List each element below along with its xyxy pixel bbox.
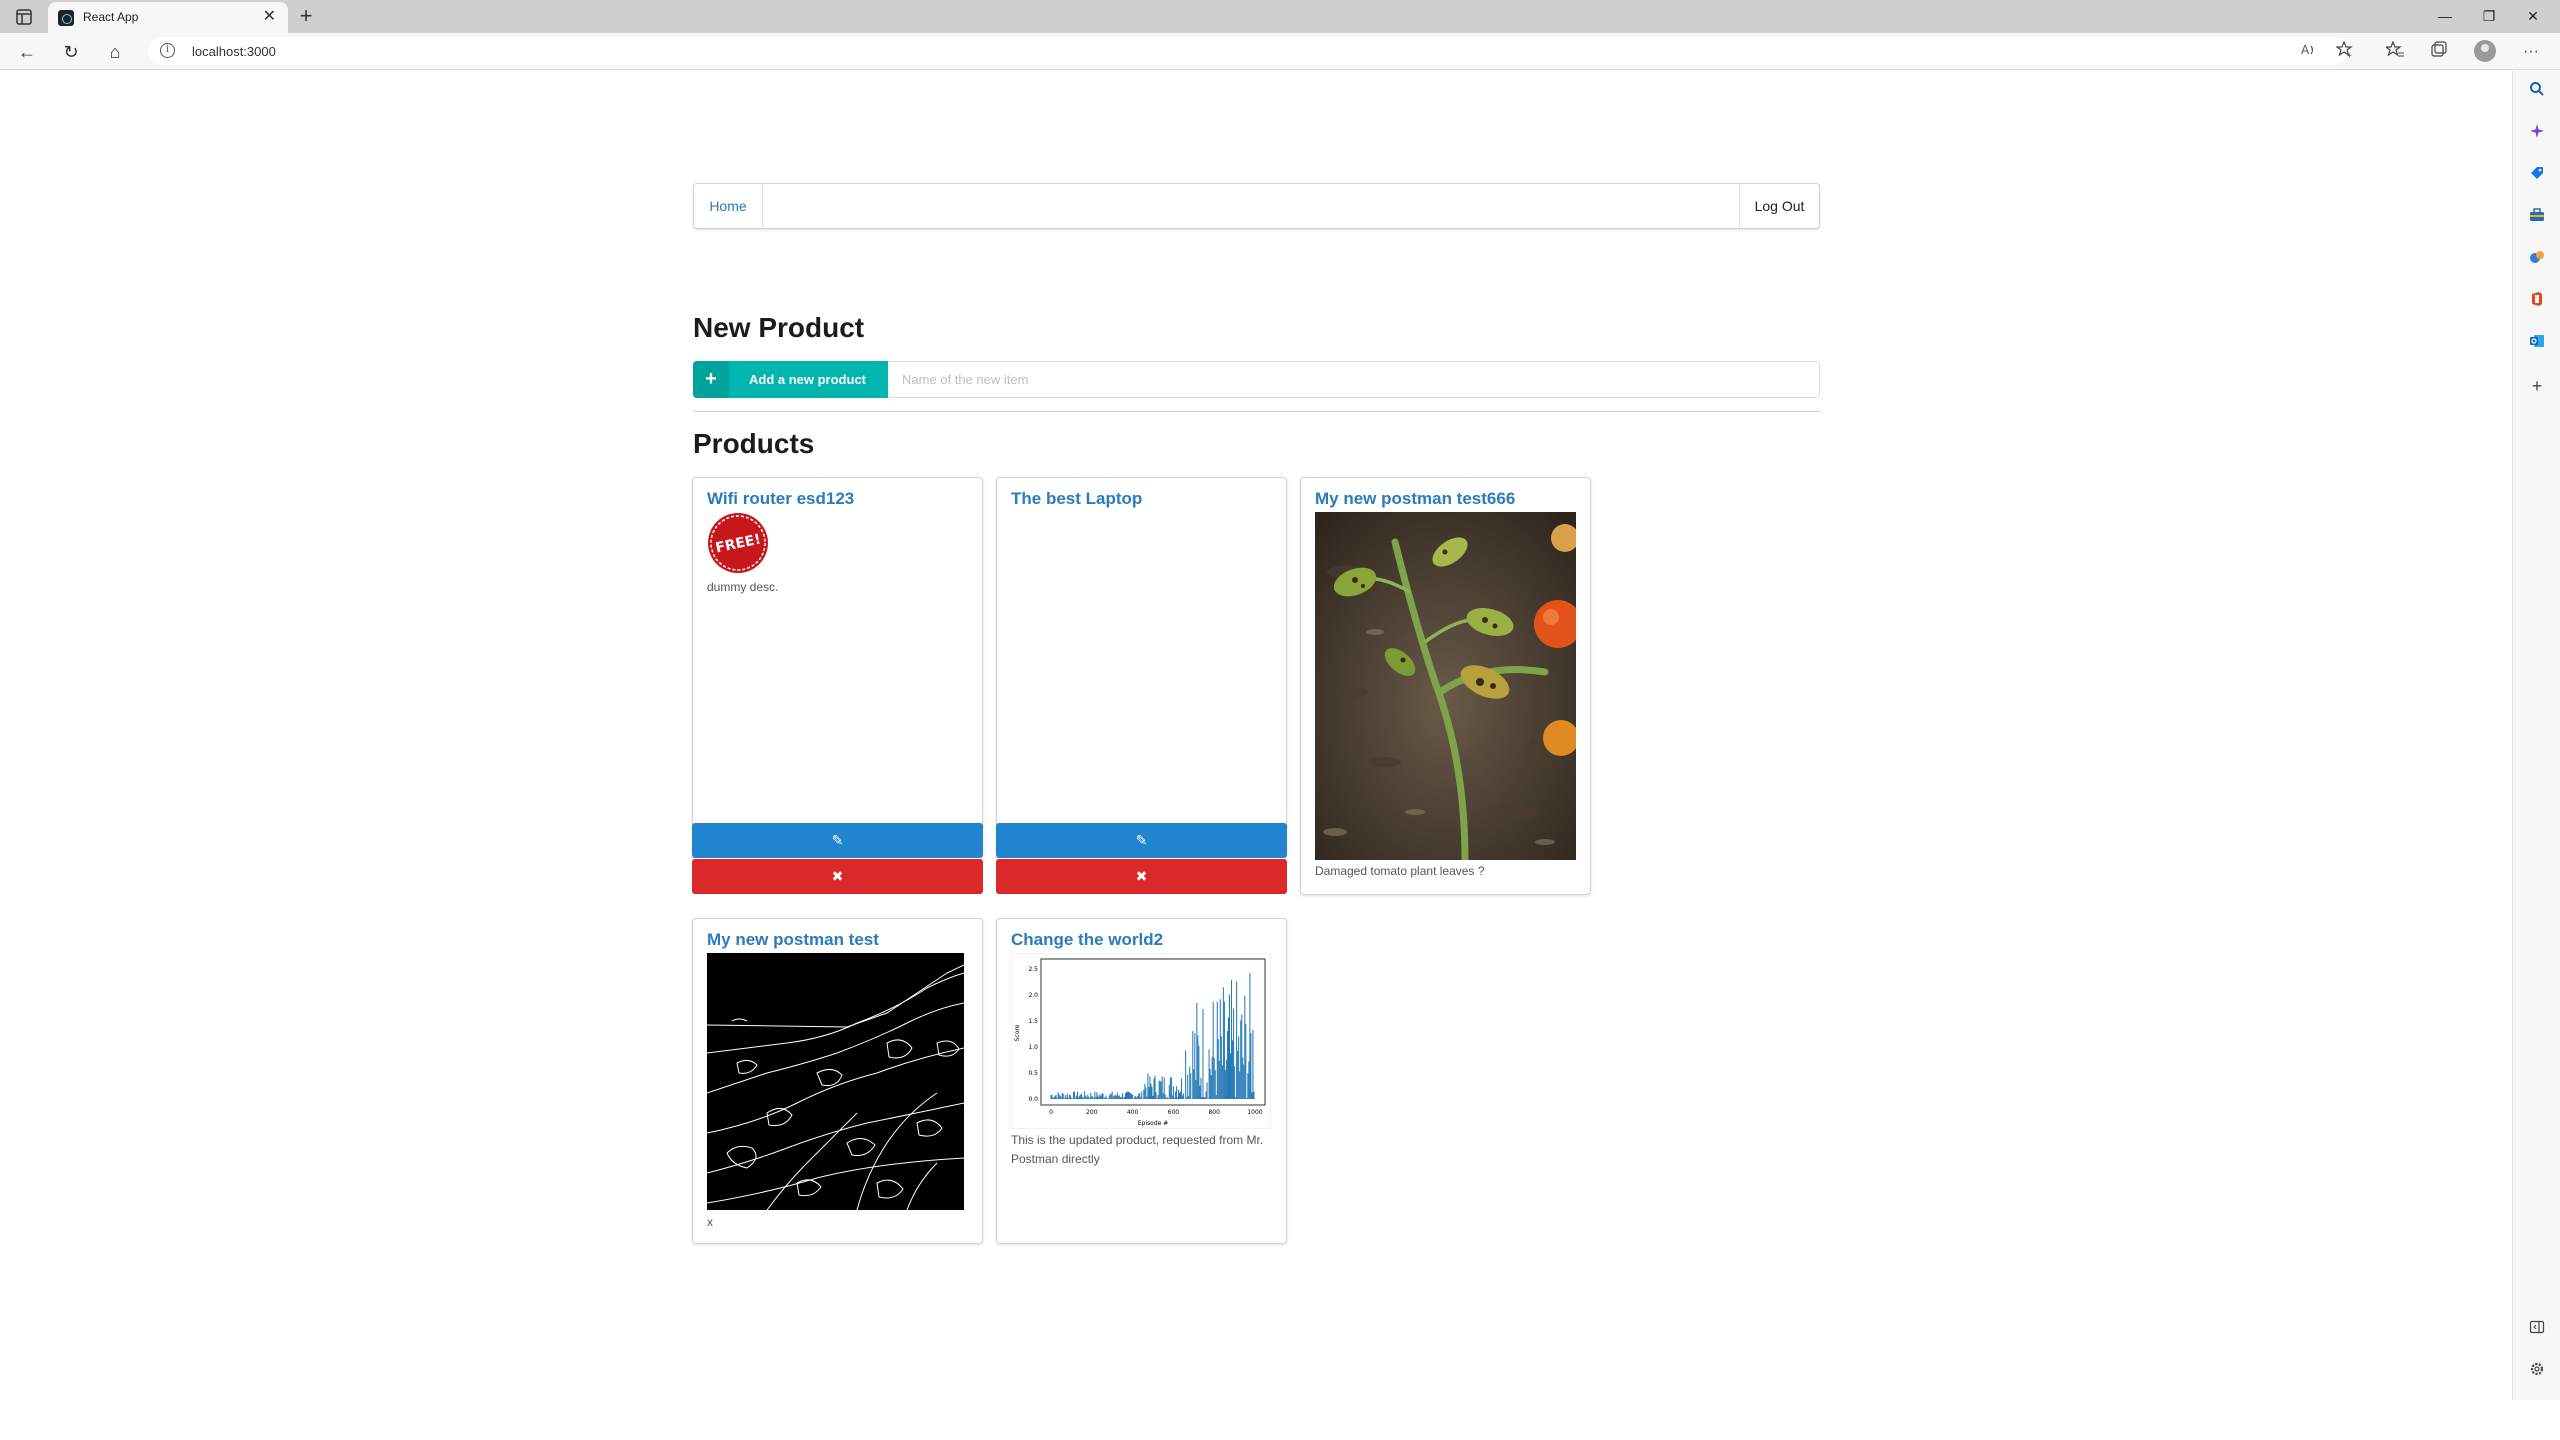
product-title[interactable]: Wifi router esd123 [707, 489, 854, 509]
browser-tab-active[interactable]: React App ✕ [48, 2, 288, 33]
home-button[interactable]: ⌂ [102, 39, 128, 65]
minimize-button[interactable]: — [2430, 5, 2460, 27]
settings-more-icon[interactable]: ··· [2520, 41, 2542, 63]
tools-briefcase-icon[interactable] [2526, 207, 2548, 229]
products-heading: Products [693, 428, 815, 459]
new-item-name-input[interactable] [888, 361, 1820, 398]
add-product-form: + Add a new product [693, 361, 1820, 398]
url-text[interactable]: localhost:3000 [192, 44, 276, 59]
nav-home-link[interactable]: Home [694, 184, 763, 228]
edge-sidebar: + [2512, 71, 2560, 1400]
product-card: The best Laptop ✎ ✖ [996, 477, 1287, 894]
pencil-icon: ✎ [831, 832, 844, 848]
pencil-icon: ✎ [1135, 832, 1148, 848]
add-product-button[interactable]: + Add a new product [693, 361, 888, 398]
edit-product-button[interactable]: ✎ [692, 823, 983, 858]
delete-product-button[interactable]: ✖ [692, 859, 983, 894]
product-title[interactable]: Change the world2 [1011, 930, 1163, 950]
site-info-icon[interactable]: i [160, 43, 175, 58]
product-card: My new postman test x [692, 918, 983, 1244]
product-card: Change the world2 0.0 0.5 1.0 1.5 2.0 2.5 0 20… [996, 918, 1287, 1244]
browser-tabstrip: React App ✕ + — ❐ ✕ [0, 0, 2560, 33]
chart-xtick-label: 0 [1049, 1109, 1053, 1116]
product-title[interactable]: My new postman test [707, 930, 879, 950]
tab-actions-icon[interactable] [14, 7, 34, 27]
chart-xlabel: Episode # [1138, 1120, 1169, 1127]
react-favicon-icon [58, 10, 74, 26]
add-product-button-label: Add a new product [749, 372, 866, 387]
favorites-icon[interactable] [2384, 40, 2406, 63]
tab-close-icon[interactable]: ✕ [263, 7, 276, 27]
tomato-plant-photo [1315, 512, 1582, 865]
add-sidebar-app-icon[interactable]: + [2526, 375, 2548, 397]
product-description: This is the updated product, requested f… [1011, 1133, 1264, 1166]
chart-xtick-label: 600 [1168, 1109, 1180, 1116]
edit-product-button[interactable]: ✎ [996, 823, 1287, 858]
games-icon[interactable] [2526, 249, 2548, 271]
chart-xtick-label: 1000 [1247, 1109, 1262, 1116]
profile-avatar[interactable] [2474, 40, 2496, 62]
delete-x-icon: ✖ [1135, 868, 1148, 884]
page-content: Home Log Out New Product + Add a new pro… [0, 71, 2512, 1400]
top-menu: Home Log Out [693, 183, 1820, 229]
product-title[interactable]: My new postman test666 [1315, 489, 1515, 509]
outlook-icon[interactable] [2526, 333, 2548, 355]
chart-ytick-label: 2.0 [1028, 992, 1038, 999]
section-divider [693, 411, 1820, 413]
svg-text:+: + [2347, 51, 2352, 59]
reload-button[interactable]: ↻ [58, 39, 84, 65]
back-button[interactable]: ← [14, 39, 40, 65]
chart-ytick-label: 1.5 [1028, 1018, 1038, 1025]
browser-toolbar: ← ↻ ⌂ i localhost:3000 A + ··· [0, 33, 2560, 70]
delete-x-icon: ✖ [831, 868, 844, 884]
delete-product-button[interactable]: ✖ [996, 859, 1287, 894]
svg-text:A: A [2301, 43, 2310, 57]
chart-xtick-label: 200 [1086, 1109, 1098, 1116]
close-window-button[interactable]: ✕ [2518, 5, 2548, 27]
new-tab-button[interactable]: + [292, 3, 320, 31]
plus-icon: + [693, 361, 729, 398]
score-chart-image: 0.0 0.5 1.0 1.5 2.0 2.5 0 200 400 600 800 1000 Sco… [1010, 952, 1272, 1134]
restore-button[interactable]: ❐ [2474, 5, 2504, 27]
product-title[interactable]: The best Laptop [1011, 489, 1142, 509]
shopping-tag-icon[interactable] [2526, 165, 2548, 187]
chart-ytick-label: 0.0 [1028, 1096, 1038, 1103]
new-product-heading: New Product [693, 312, 865, 343]
edge-detection-image [706, 953, 965, 1215]
search-icon[interactable] [2526, 81, 2548, 103]
hide-sidebar-icon[interactable] [2526, 1319, 2548, 1341]
chart-xtick-label: 400 [1127, 1109, 1139, 1116]
address-bar[interactable]: i localhost:3000 [148, 37, 2348, 65]
tab-title: React App [83, 10, 139, 24]
office-icon[interactable] [2526, 291, 2548, 313]
collections-icon[interactable] [2428, 41, 2450, 63]
product-card: Wifi router esd123 FREE! dummy desc. ✎ ✖ [692, 477, 983, 894]
chart-ytick-label: 0.5 [1028, 1070, 1038, 1077]
product-card: My new postman test666 Damaged tomato pl… [1300, 477, 1591, 895]
chart-ytick-label: 1.0 [1028, 1044, 1038, 1051]
logout-button[interactable]: Log Out [1739, 184, 1819, 228]
product-description: dummy desc. [707, 580, 779, 594]
free-badge-image: FREE! [707, 512, 769, 574]
copilot-sparkle-icon[interactable] [2526, 123, 2548, 145]
add-favorite-icon[interactable]: + [2334, 40, 2356, 63]
product-description: x [707, 1215, 713, 1229]
read-aloud-icon[interactable]: A [2298, 41, 2320, 63]
product-description: Damaged tomato plant leaves ? [1315, 864, 1485, 878]
sidebar-settings-gear-icon[interactable] [2526, 1361, 2548, 1383]
chart-ytick-label: 2.5 [1028, 966, 1038, 973]
chart-xtick-label: 800 [1208, 1109, 1220, 1116]
chart-ylabel: Score [1014, 1024, 1021, 1041]
